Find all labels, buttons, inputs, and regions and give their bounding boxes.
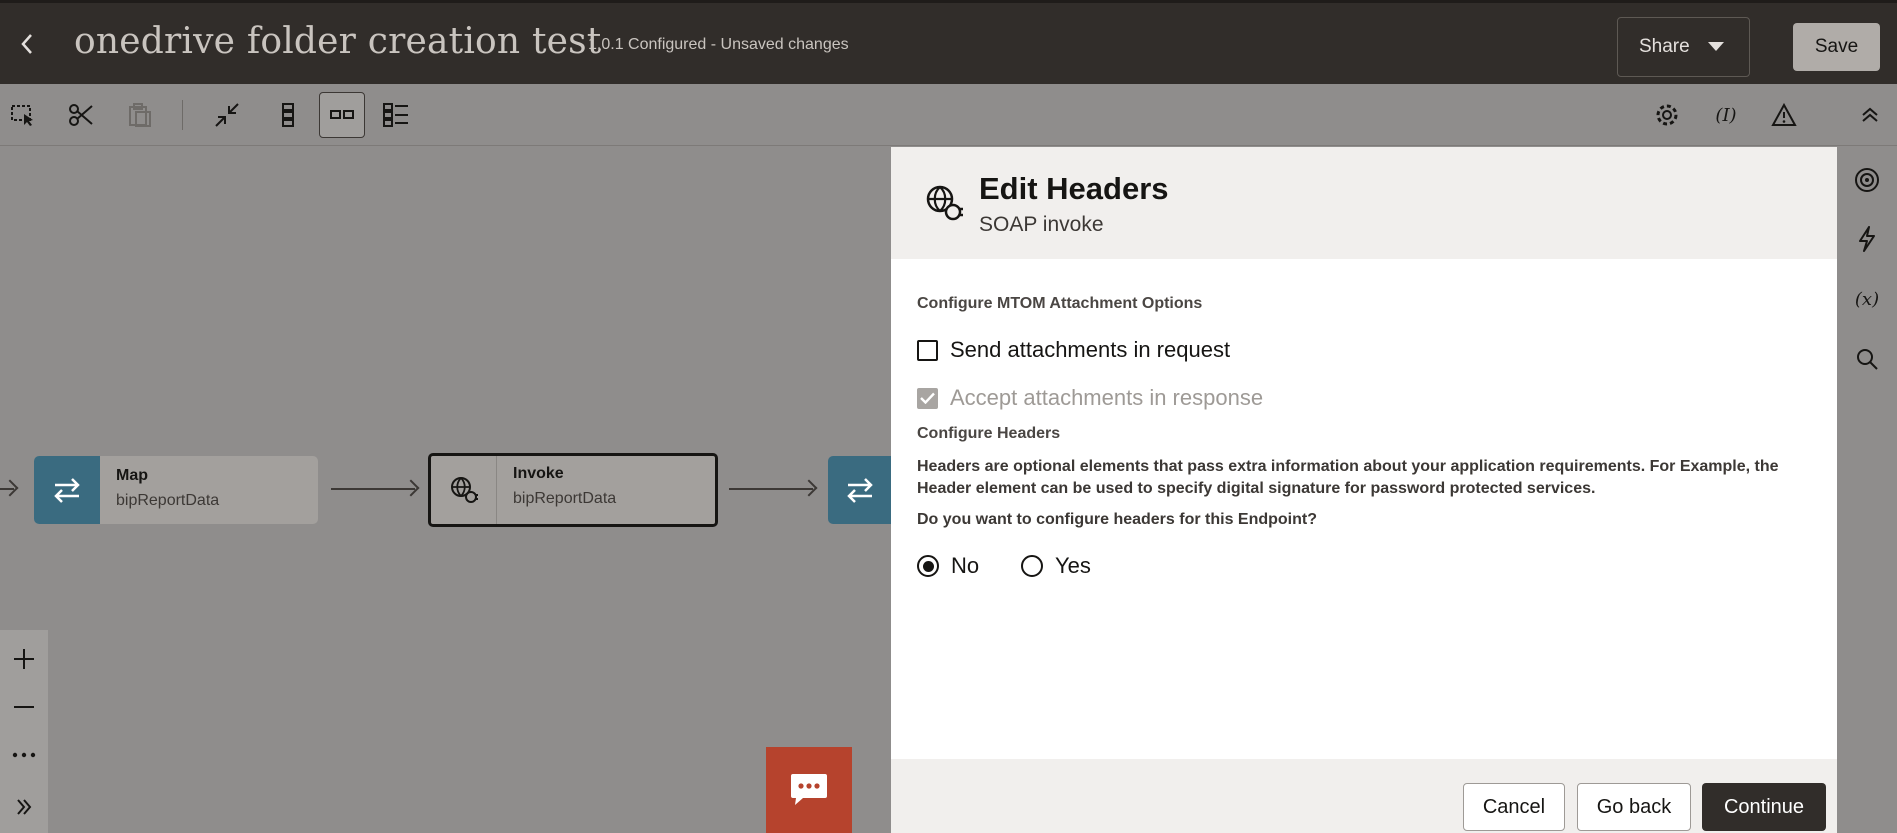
back-button[interactable] [12,27,42,61]
invoke-node[interactable]: Invoke bipReportData [428,453,718,527]
actions-button[interactable] [1843,216,1891,262]
accept-attachments-checkbox[interactable] [917,387,938,409]
zoom-out-button[interactable] [0,684,48,730]
headers-question: Do you want to configure headers for thi… [917,511,1317,528]
integration-properties-icon: (I) [1715,105,1736,126]
search-icon [1857,349,1878,370]
radio-option-yes[interactable]: Yes [1021,553,1091,579]
settings-button[interactable] [1644,92,1690,138]
more-options-button[interactable] [0,732,48,778]
plus-icon [14,649,34,669]
node-icon-box [34,456,100,524]
flow-arrow [729,488,813,490]
panel-subtitle: SOAP invoke [979,213,1104,236]
send-attachments-label: Send attachments in request [950,337,1231,362]
radio-option-no[interactable]: No [917,553,979,579]
flow-arrow [0,488,14,490]
toolbar-divider [182,100,183,130]
select-icon [11,105,33,126]
soap-globe-icon [450,477,478,503]
lightning-icon [1859,226,1875,252]
continue-button[interactable]: Continue [1702,783,1826,831]
radio-no[interactable] [917,555,939,577]
node-icon-box [431,456,497,524]
panel-title: Edit Headers [979,171,1169,206]
variables-button[interactable]: (x) [1843,276,1891,322]
chevron-left-icon [21,34,32,54]
share-label: Share [1639,36,1690,57]
cancel-button[interactable]: Cancel [1463,783,1565,831]
map-node[interactable]: Map bipReportData [34,456,318,524]
expand-panel-button[interactable] [0,784,48,830]
paste-button[interactable] [117,92,163,138]
node-subtitle: bipReportData [116,492,220,509]
headers-description: Headers are optional elements that pass … [917,458,1779,497]
svg-text:(I): (I) [1715,105,1736,126]
horizontal-layout-icon [330,110,354,119]
radio-yes-label: Yes [1055,553,1091,578]
accept-attachments-label: Accept attachments in response [950,385,1264,410]
collapse-icon [215,103,239,127]
mtom-section-label: Configure MTOM Attachment Options [917,295,1203,312]
send-attachments-checkbox[interactable] [917,339,938,361]
flow-arrow [331,488,415,490]
go-back-button[interactable]: Go back [1577,783,1691,831]
warning-icon [1771,103,1797,126]
minus-icon [14,706,34,708]
search-button[interactable] [1843,336,1891,382]
chat-icon [791,774,827,805]
gear-icon [1656,104,1678,126]
horizontal-layout-button[interactable] [319,92,365,138]
checkmark-icon [920,392,935,404]
save-button[interactable]: Save [1793,23,1880,71]
share-button[interactable]: Share [1617,17,1750,77]
radio-yes[interactable] [1021,555,1043,577]
caret-down-icon [1707,42,1724,51]
node-icon-box [828,456,891,524]
integration-canvas[interactable]: Map bipReportData Invoke bipReportData [0,147,891,833]
send-attachments-option[interactable]: Send attachments in request [917,337,1230,363]
version-status: 1.0.1 Configured - Unsaved changes [588,36,849,53]
pseudo-layout-icon [383,103,408,127]
select-tool-button[interactable] [0,92,46,138]
node-title: Map [116,467,148,484]
chevron-double-right-icon [17,799,32,815]
vertical-layout-button[interactable] [265,92,311,138]
map-icon [846,478,873,503]
node-title: Invoke [513,465,564,482]
paste-icon [129,103,151,127]
panel-footer: Cancel Go back Continue [891,759,1837,833]
ellipsis-icon [12,752,36,758]
map-icon [54,478,80,503]
accept-attachments-option[interactable]: Accept attachments in response [917,385,1263,411]
header-bar: onedrive folder creation test 1.0.1 Conf… [0,0,1897,84]
vertical-layout-icon [282,103,294,127]
target-icon [1855,168,1879,192]
map-node-partial[interactable] [828,456,891,524]
right-rail: (x) [1837,147,1897,833]
edit-headers-panel: Edit Headers SOAP invoke Configure MTOM … [891,147,1837,833]
zoom-in-button[interactable] [0,636,48,682]
integration-properties-button[interactable]: (I) [1703,92,1749,138]
cut-icon [69,104,93,126]
chat-button[interactable] [766,747,852,833]
pseudo-layout-button[interactable] [373,92,419,138]
radio-selected-dot [922,560,934,572]
canvas-toolbar: (I) [0,84,1897,146]
node-subtitle: bipReportData [513,490,617,507]
svg-text:(x): (x) [1855,289,1879,310]
cut-button[interactable] [58,92,104,138]
integration-title: onedrive folder creation test [74,21,602,62]
errors-button[interactable] [1761,92,1807,138]
variable-icon: (x) [1855,289,1879,310]
collapse-toolbar-button[interactable] [1847,92,1893,138]
soap-globe-icon [926,185,963,221]
zoom-controls [0,630,48,833]
tracking-button[interactable] [1843,157,1891,203]
headers-section-label: Configure Headers [917,425,1061,442]
collapse-button[interactable] [204,92,250,138]
radio-no-label: No [951,553,980,578]
chevron-up-icon [1862,107,1878,122]
panel-header: Edit Headers SOAP invoke [891,147,1837,259]
